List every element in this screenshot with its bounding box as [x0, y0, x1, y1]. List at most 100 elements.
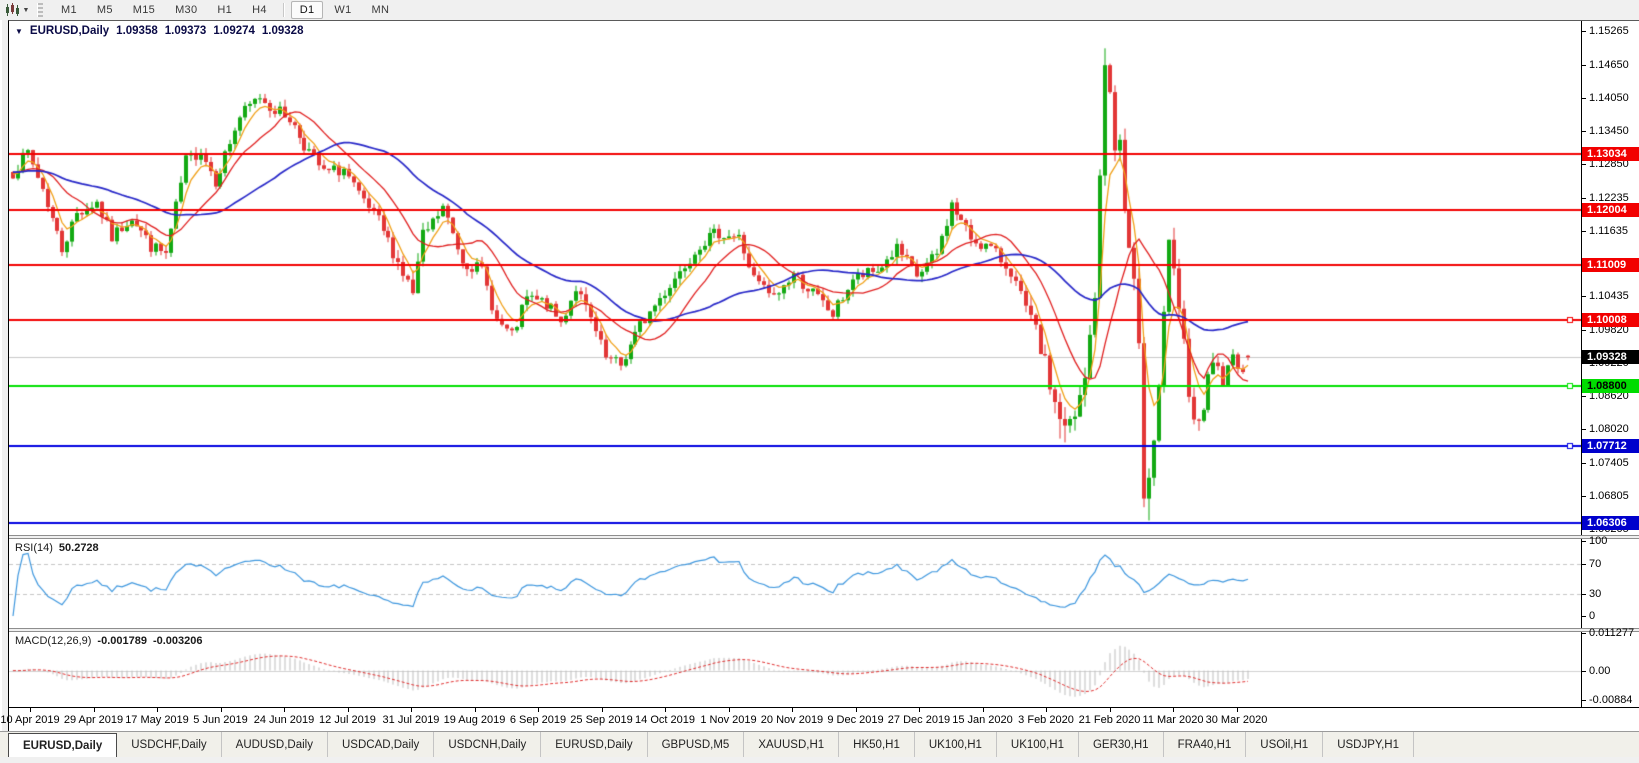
price-tick-mark	[1582, 496, 1586, 497]
rsi-pane: RSI(14) 50.2728 10070300	[9, 539, 1639, 628]
chart-tab-usdcad-daily[interactable]: USDCAD,Daily	[328, 732, 434, 757]
chart-tab-uk100-h1[interactable]: UK100,H1	[997, 732, 1079, 757]
macd-tick-mark	[1582, 633, 1586, 634]
chart-tab-usoil-h1[interactable]: USOil,H1	[1246, 732, 1323, 757]
date-tick-mark	[1173, 708, 1174, 712]
price-tick-mark	[1582, 296, 1586, 297]
price-tick-mark	[1582, 330, 1586, 331]
level-price-label: 1.13034	[1582, 147, 1639, 161]
price-tick-label: 1.07405	[1589, 457, 1629, 469]
toolbar-grip[interactable]	[37, 3, 43, 17]
level-price-label: 1.06306	[1582, 516, 1639, 530]
chart-close: 1.09328	[262, 25, 304, 37]
chart-tab-fra40-h1[interactable]: FRA40,H1	[1164, 732, 1247, 757]
rsi-tick-label: 0	[1589, 610, 1595, 622]
rsi-tick-mark	[1582, 594, 1586, 595]
date-tick-mark	[284, 708, 285, 712]
date-tick-mark	[983, 708, 984, 712]
toolbar-separator	[283, 3, 284, 17]
date-tick-mark	[1046, 708, 1047, 712]
date-tick-mark	[665, 708, 666, 712]
timeframe-button-d1[interactable]: D1	[291, 1, 324, 19]
price-tick-label: 1.13450	[1589, 125, 1629, 137]
price-tick-label: 1.10435	[1589, 290, 1629, 302]
chart-symbol: EURUSD,Daily	[30, 25, 109, 37]
chart-title: ▼ EURUSD,Daily 1.09358 1.09373 1.09274 1…	[15, 25, 303, 37]
timeframe-button-m15[interactable]: M15	[124, 1, 164, 19]
price-pane: ▼ EURUSD,Daily 1.09358 1.09373 1.09274 1…	[9, 21, 1639, 535]
date-tick-mark	[348, 708, 349, 712]
macd-axis[interactable]: 0.0112770.00-0.00884	[1581, 632, 1639, 707]
chart-tab-gbpusd-m5[interactable]: GBPUSD,M5	[648, 732, 745, 757]
date-tick-mark	[856, 708, 857, 712]
price-tick-label: 1.11635	[1589, 225, 1628, 237]
price-tick-mark	[1582, 65, 1586, 66]
chart-tab-xauusd-h1[interactable]: XAUUSD,H1	[744, 732, 839, 757]
date-tick-mark	[221, 708, 222, 712]
chart-tab-hk50-h1[interactable]: HK50,H1	[839, 732, 915, 757]
timeframe-button-mn[interactable]: MN	[363, 1, 399, 19]
chart-type-dropdown-icon[interactable]: ▼	[21, 2, 31, 18]
date-tick-mark	[475, 708, 476, 712]
price-tick-label: 1.12235	[1589, 192, 1629, 204]
rsi-axis[interactable]: 10070300	[1581, 539, 1639, 628]
macd-pane: MACD(12,26,9) -0.001789 -0.003206 0.0112…	[9, 632, 1639, 707]
macd-value-main: -0.001789	[97, 635, 147, 647]
chart-low: 1.09274	[213, 25, 255, 37]
date-tick-mark	[1237, 708, 1238, 712]
level-price-label: 1.07712	[1582, 439, 1639, 453]
current-price-label: 1.09328	[1582, 350, 1639, 364]
chart-tab-ger30-h1[interactable]: GER30,H1	[1079, 732, 1164, 757]
macd-tick-label: 0.00	[1589, 665, 1610, 677]
rsi-chart-canvas[interactable]	[9, 539, 1581, 628]
chart-tab-usdchf-daily[interactable]: USDCHF,Daily	[117, 732, 221, 757]
chart-tab-usdcnh-daily[interactable]: USDCNH,Daily	[434, 732, 541, 757]
timeframe-button-h1[interactable]: H1	[208, 1, 241, 19]
timeframe-button-w1[interactable]: W1	[325, 1, 360, 19]
price-tick-mark	[1582, 164, 1586, 165]
timeframe-button-m1[interactable]: M1	[52, 1, 86, 19]
level-price-label: 1.08800	[1582, 379, 1639, 393]
collapse-triangle-icon[interactable]: ▼	[15, 27, 23, 36]
date-tick-mark	[411, 708, 412, 712]
price-tick-mark	[1582, 429, 1586, 430]
price-tick-label: 1.14050	[1589, 92, 1629, 104]
price-axis[interactable]: 1.152651.146501.140501.134501.128501.122…	[1581, 21, 1639, 535]
chart-tab-usdjpy-h1[interactable]: USDJPY,H1	[1323, 732, 1414, 757]
price-chart-canvas[interactable]	[9, 22, 1581, 535]
rsi-value: 50.2728	[59, 542, 99, 554]
date-tick-mark	[919, 708, 920, 712]
chart-open: 1.09358	[116, 25, 158, 37]
chart-tab-eurusd-daily[interactable]: EURUSD,Daily	[8, 733, 117, 757]
level-price-label: 1.11009	[1582, 258, 1639, 272]
date-axis[interactable]: 10 Apr 201929 Apr 201917 May 20195 Jun 2…	[9, 707, 1639, 732]
level-price-label: 1.10008	[1582, 313, 1639, 327]
timeframe-button-h4[interactable]: H4	[243, 1, 276, 19]
macd-value-signal: -0.003206	[153, 635, 203, 647]
date-label: 30 Mar 2020	[1195, 714, 1279, 726]
mt4-window: ▼ M1M5M15M30H1H4 D1W1MN ▼ EURUSD,Daily 1.…	[0, 0, 1639, 763]
rsi-label: RSI(14) 50.2728	[15, 542, 99, 554]
timeframe-button-m5[interactable]: M5	[88, 1, 122, 19]
chart-tab-uk100-h1[interactable]: UK100,H1	[915, 732, 997, 757]
price-tick-label: 1.14650	[1589, 59, 1629, 71]
chart-tab-eurusd-daily[interactable]: EURUSD,Daily	[541, 732, 647, 757]
price-tick-mark	[1582, 396, 1586, 397]
rsi-tick-mark	[1582, 541, 1586, 542]
price-tick-mark	[1582, 198, 1586, 199]
price-tick-mark	[1582, 31, 1586, 32]
macd-chart-canvas[interactable]	[9, 632, 1581, 707]
date-tick-mark	[94, 708, 95, 712]
rsi-tick-mark	[1582, 564, 1586, 565]
chart-type-icon[interactable]	[3, 2, 21, 18]
price-tick-mark	[1582, 231, 1586, 232]
rsi-tick-label: 30	[1589, 588, 1601, 600]
timeframe-toolbar: ▼ M1M5M15M30H1H4 D1W1MN	[0, 0, 1639, 21]
price-tick-label: 1.15265	[1589, 25, 1629, 37]
timeframe-buttons: M1M5M15M30H1H4 D1W1MN	[51, 0, 399, 20]
date-tick-mark	[729, 708, 730, 712]
date-tick-mark	[602, 708, 603, 712]
rsi-tick-label: 100	[1589, 535, 1607, 547]
timeframe-button-m30[interactable]: M30	[166, 1, 206, 19]
chart-tab-audusd-daily[interactable]: AUDUSD,Daily	[222, 732, 328, 757]
